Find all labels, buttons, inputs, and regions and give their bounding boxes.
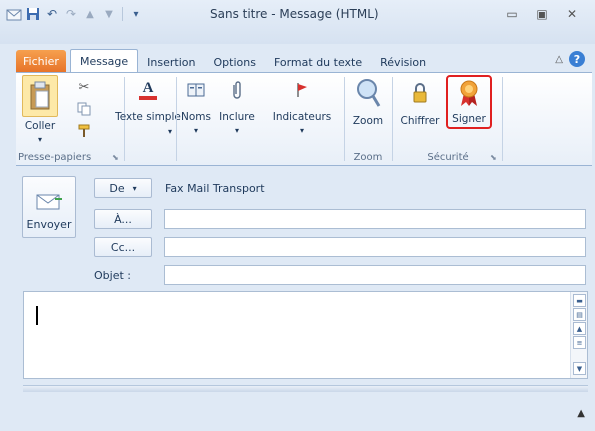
pane-splitter[interactable] [23,385,588,392]
minimize-ribbon-icon[interactable]: △ [555,54,563,65]
security-dialog-launcher-icon[interactable]: ⬊ [490,153,497,162]
undo-icon[interactable]: ↶ [44,6,60,22]
clipboard-group-label: Presse-papiers [18,152,92,163]
customize-qat-icon[interactable]: ▾ [128,6,144,22]
tab-format-du-texte[interactable]: Format du texte [265,52,371,72]
cc-field[interactable] [164,237,586,257]
ruler-icon[interactable]: ▬ [573,294,586,307]
sign-button[interactable]: Signer [446,75,492,129]
include-label: Inclure [219,111,255,123]
paste-label: Coller [24,120,56,132]
encrypt-label: Chiffrer [400,115,440,127]
envelope-app-icon[interactable] [6,6,22,22]
message-form: Envoyer De ▾ Fax Mail Transport À... Cc.… [16,166,595,431]
tab-revision[interactable]: Révision [371,52,435,72]
redo-icon[interactable]: ↷ [63,6,79,22]
encrypt-button[interactable]: Chiffrer [398,77,442,128]
font-color-icon: A [136,77,160,103]
lock-icon [405,77,435,109]
flag-icon [290,77,314,103]
send-button[interactable]: Envoyer [22,176,76,238]
cut-icon[interactable]: ✂ [76,79,92,95]
ruler-toggle-icon[interactable]: ▤ [573,308,586,321]
tags-button[interactable]: Indicateurs ▾ [262,77,342,137]
message-body[interactable]: ▬ ▤ ▲ ≡ ▼ [23,291,588,379]
group-clipboard: Coller ▾ ✂ Presse-papiers ⬊ [16,73,124,165]
outlook-message-window: ↶ ↷ ▲ ▼ ▾ Sans titre - Message (HTML) ▭ … [0,0,595,431]
paste-dropdown-icon[interactable]: ▾ [38,133,42,146]
quick-access-toolbar: ↶ ↷ ▲ ▼ ▾ [6,4,144,24]
group-zoom: Zoom Zoom [346,73,390,165]
security-group-label: Sécurité [427,152,469,163]
names-label: Noms [181,111,211,123]
ribbon-right-controls: △ ? [555,51,585,67]
copy-icon[interactable] [76,101,92,117]
clipboard-dialog-launcher-icon[interactable]: ⬊ [112,153,119,162]
sign-label: Signer [452,113,486,125]
send-label: Envoyer [26,218,72,231]
zoom-button[interactable]: Zoom [350,77,386,128]
subject-label: Objet : [94,269,131,282]
save-icon[interactable] [25,6,41,22]
maximize-icon[interactable]: ▣ [527,5,557,23]
subject-field[interactable] [164,265,586,285]
tab-message[interactable]: Message [69,49,139,72]
tags-dropdown-icon[interactable]: ▾ [300,124,304,137]
include-dropdown-icon[interactable]: ▾ [235,124,239,137]
window-title: Sans titre - Message (HTML) [210,7,379,21]
clipboard-paste-icon [22,75,58,117]
from-button[interactable]: De ▾ [94,178,152,198]
format-painter-icon[interactable] [76,123,92,139]
group-separator [176,77,177,161]
title-bar: ↶ ↷ ▲ ▼ ▾ Sans titre - Message (HTML) ▭ … [0,0,595,44]
tags-label: Indicateurs [272,111,332,123]
help-icon[interactable]: ? [569,51,585,67]
basic-text-dropdown-icon[interactable]: ▾ [168,127,172,136]
ribbon-tabs: Fichier Message Insertion Options Format… [16,49,435,72]
text-cursor [36,306,38,325]
include-button[interactable]: Inclure ▾ [215,77,259,137]
window-controls: ▭ ▣ ✕ [497,5,587,23]
cc-button[interactable]: Cc... [94,237,152,257]
zoom-label: Zoom [352,115,384,127]
scroll-down-icon[interactable]: ▼ [573,362,586,375]
group-separator [344,77,345,161]
tab-fichier[interactable]: Fichier [16,50,66,72]
expand-people-pane-icon[interactable]: ▲ [577,408,585,419]
from-value: Fax Mail Transport [165,182,265,195]
paste-button[interactable]: Coller ▾ [22,75,58,146]
from-dropdown-icon: ▾ [132,183,137,193]
vertical-scrollbar[interactable]: ▬ ▤ ▲ ≡ ▼ [570,292,587,378]
address-book-icon [184,77,208,103]
to-button[interactable]: À... [94,209,152,229]
paperclip-icon [225,77,249,103]
basic-text-label: Texte simple [115,111,181,123]
up-arrow-icon[interactable]: ▲ [82,6,98,22]
ribbon-seal-icon [454,77,484,109]
close-icon[interactable]: ✕ [557,5,587,23]
names-dropdown-icon[interactable]: ▾ [194,124,198,137]
ribbon: Coller ▾ ✂ Presse-papiers ⬊ A Texte simp… [16,72,592,166]
qat-separator [122,7,123,21]
down-arrow-icon[interactable]: ▼ [101,6,117,22]
group-separator [502,77,503,161]
group-separator [392,77,393,161]
scroll-up-icon[interactable]: ▲ [573,322,586,335]
scroll-thumb[interactable]: ≡ [573,336,586,349]
tab-options[interactable]: Options [204,52,264,72]
basic-text-button[interactable]: A Texte simple [115,77,181,124]
to-field[interactable] [164,209,586,229]
names-button[interactable]: Noms ▾ [180,77,212,137]
tab-insertion[interactable]: Insertion [138,52,204,72]
minimize-icon[interactable]: ▭ [497,5,527,23]
send-envelope-icon [34,192,64,212]
magnifier-icon [353,77,383,109]
from-label: De [109,181,125,195]
group-security: Chiffrer Signer Sécurité ⬊ [394,73,502,165]
zoom-group-label: Zoom [353,152,383,163]
